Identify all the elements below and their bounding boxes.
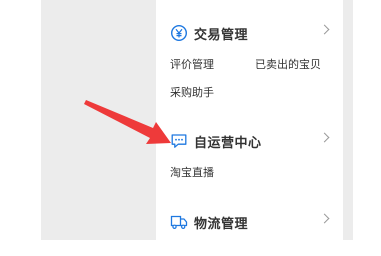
menu-item-purchase-assistant[interactable]: 采购助手 [170,84,214,100]
chat-bubble-icon [170,132,188,150]
right-edge-background [343,0,353,240]
bottom-margin [0,240,381,256]
menu-item-sold-items[interactable]: 已卖出的宝贝 [255,56,321,72]
truck-icon [170,213,188,231]
section-title: 物流管理 [194,216,249,232]
section-self-operation-center[interactable]: 自运营中心 [170,130,340,152]
menu-item-review-management[interactable]: 评价管理 [170,56,214,72]
chevron-right-icon [319,24,330,35]
section-trade-management[interactable]: 交易管理 [170,22,340,44]
left-sidebar-background [41,0,156,240]
chevron-right-icon [319,132,330,143]
section-title: 交易管理 [194,27,249,43]
section-logistics-management[interactable]: 物流管理 [170,211,340,233]
section-title: 自运营中心 [194,135,262,151]
yen-circle-icon [170,24,188,42]
seller-menu-panel: 交易管理 评价管理 已卖出的宝贝 采购助手 自运营中心 淘宝直播 物流管理 [156,0,343,240]
chevron-right-icon [319,213,330,224]
menu-item-taobao-live[interactable]: 淘宝直播 [170,164,214,180]
